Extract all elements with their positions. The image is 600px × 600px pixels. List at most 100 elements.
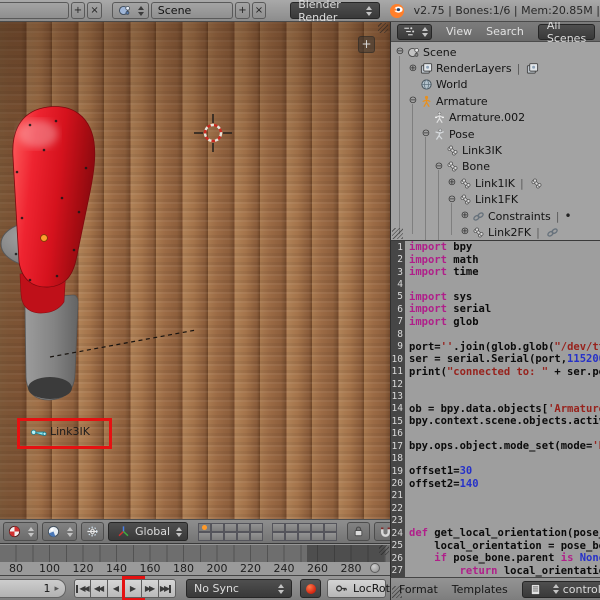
code-line-4[interactable]: 4	[391, 278, 600, 291]
timeline-strip[interactable]: 80 100 120 140 160 180 200 220 240 260 280	[0, 543, 390, 576]
layer-cell-5[interactable]	[250, 522, 263, 532]
code-line-3[interactable]: 3 import time	[391, 265, 600, 279]
editor-type-selector[interactable]	[3, 522, 38, 541]
code-line-15[interactable]: 15 bpy.context.scene.objects.active	[391, 415, 600, 428]
code-line-26[interactable]: 26 if pose_bone.parent is None:	[391, 551, 600, 565]
resize-corner-handle[interactable]	[392, 228, 403, 239]
jump-to-start-button[interactable]: ◀◀	[74, 579, 91, 598]
previous-keyframe-button[interactable]: ◀◀	[91, 579, 108, 598]
layer-cell-2[interactable]	[211, 522, 224, 532]
code-line-18[interactable]: 18	[391, 452, 600, 465]
layer-cell-6[interactable]	[198, 531, 211, 541]
scene-datablock-button[interactable]	[111, 2, 149, 19]
current-frame-field[interactable]: 1 ▸	[0, 579, 66, 598]
expand-toggle-icon[interactable]: ⊖	[407, 96, 419, 106]
code-line-17[interactable]: 17 bpy.ops.object.mode_set(mode='POS	[391, 440, 600, 453]
3d-viewport[interactable]: Link3IK +	[0, 22, 390, 519]
timeline-frame-ruler[interactable]: 80 100 120 140 160 180 200 220 240 260 280	[0, 562, 390, 576]
jump-to-end-button[interactable]: ▶▶	[159, 579, 176, 598]
expand-toggle-icon[interactable]: ⊖	[394, 47, 406, 57]
resize-corner-handle[interactable]	[378, 23, 388, 33]
layer-cell-3[interactable]	[224, 522, 237, 532]
layers-grid-1[interactable]	[198, 522, 263, 541]
resize-corner-handle[interactable]	[379, 545, 389, 555]
resize-corner-handle[interactable]	[392, 586, 402, 598]
outliner-item-link2fk[interactable]: ⊕ Link2FK |	[391, 224, 600, 240]
code-line-2[interactable]: 2 import math	[391, 253, 600, 266]
outliner-item-renderlayers[interactable]: ⊕ RenderLayers |	[391, 60, 600, 76]
layer-cell-16[interactable]	[272, 531, 285, 541]
screen-layout-field[interactable]: fault	[0, 2, 69, 19]
code-line-8[interactable]: 8	[391, 328, 600, 341]
manipulator-toggle-button[interactable]	[81, 522, 104, 541]
mode-dropdown[interactable]	[42, 522, 77, 541]
code-line-6[interactable]: 6 import serial	[391, 303, 600, 316]
outliner-view-menu[interactable]: View	[446, 25, 472, 38]
code-line-10[interactable]: 10 ser = serial.Serial(port,115200)	[391, 352, 600, 366]
outliner-item-pose[interactable]: ⊖ Pose	[391, 126, 600, 142]
editor-type-selector[interactable]	[397, 23, 432, 40]
code-line-1[interactable]: 1 import bpy	[391, 241, 600, 254]
outliner-item-link1fk[interactable]: ⊖ Link1FK	[391, 192, 600, 208]
text-format-menu[interactable]: Format	[399, 583, 438, 596]
layer-cell-13[interactable]	[298, 522, 311, 532]
frame-stepper-arrow-icon[interactable]: ▸	[54, 584, 59, 594]
code-line-11[interactable]: 11 print("connected to: " + ser.por	[391, 365, 600, 378]
sync-mode-dropdown[interactable]: No Sync	[186, 579, 292, 598]
code-line-21[interactable]: 21	[391, 489, 600, 503]
add-layout-button[interactable]: +	[70, 2, 86, 19]
expand-toggle-icon[interactable]: ⊕	[446, 178, 458, 188]
next-keyframe-button[interactable]: ▶▶	[142, 579, 159, 598]
code-line-20[interactable]: 20 offset2=140	[391, 477, 600, 490]
layer-cell-14[interactable]	[311, 522, 324, 532]
expand-toggle-icon[interactable]: ⊕	[459, 227, 471, 237]
open-properties-shelf-button[interactable]: +	[358, 36, 375, 53]
render-engine-dropdown[interactable]: Blender Render	[290, 0, 380, 24]
add-scene-button[interactable]: +	[235, 2, 250, 19]
code-line-7[interactable]: 7 import glob	[391, 315, 600, 329]
remove-scene-button[interactable]: ×	[251, 2, 267, 19]
layer-cell-1[interactable]	[198, 522, 211, 532]
outliner-item-armature[interactable]: ⊖ Armature	[391, 93, 600, 109]
outliner-item-scene[interactable]: ⊖ Scene	[391, 44, 600, 60]
code-line-27[interactable]: 27 return local_orientation	[391, 564, 600, 577]
layer-cell-8[interactable]	[224, 531, 237, 541]
text-editor[interactable]: 1 import bpy 2 import math 3 import time 4 5 imp…	[390, 240, 600, 577]
text-templates-menu[interactable]: Templates	[452, 583, 508, 596]
code-line-14[interactable]: 14 ob = bpy.data.objects['Armature']	[391, 402, 600, 416]
outliner-item-bone[interactable]: ⊖ Bone	[391, 159, 600, 175]
remove-layout-button[interactable]: ×	[87, 2, 102, 19]
keying-set-button[interactable]: LocRot	[327, 579, 390, 598]
text-datablock-dropdown[interactable]: controlBySerial.p	[521, 580, 600, 598]
timeline-track[interactable]	[0, 545, 390, 562]
code-line-9[interactable]: 9 port=''.join(glob.glob("/dev/ttyU	[391, 340, 600, 353]
layer-cell-11[interactable]	[272, 522, 285, 532]
expand-toggle-icon[interactable]: ⊖	[433, 161, 445, 172]
expand-toggle-icon[interactable]: ⊕	[459, 211, 471, 221]
layer-cell-9[interactable]	[237, 531, 250, 541]
code-line-5[interactable]: 5 import sys	[391, 290, 600, 304]
layer-cell-7[interactable]	[211, 531, 224, 541]
code-line-24[interactable]: 24 def get_local_orientation(pose_bo	[391, 527, 600, 540]
layer-cell-10[interactable]	[250, 531, 263, 541]
code-line-16[interactable]: 16	[391, 427, 600, 440]
outliner-item-link1ik[interactable]: ⊕ Link1IK |	[391, 175, 600, 191]
transform-orientation-dropdown[interactable]: Global	[108, 522, 188, 541]
outliner-search-menu[interactable]: Search	[486, 25, 524, 38]
outliner-item-armature-002[interactable]: Armature.002	[391, 110, 600, 126]
timeline-scrollbar-knob[interactable]	[370, 563, 380, 573]
layers-grid-2[interactable]	[272, 522, 337, 541]
outliner-item-link3ik[interactable]: Link3IK	[391, 142, 600, 158]
outliner-item-constraints[interactable]: ⊕ Constraints | •	[391, 208, 600, 224]
code-line-22[interactable]: 22	[391, 502, 600, 515]
play-button[interactable]: ▶	[122, 576, 145, 600]
expand-toggle-icon[interactable]: ⊕	[407, 63, 419, 74]
selected-bone-icon[interactable]	[31, 429, 47, 437]
code-line-13[interactable]: 13	[391, 390, 600, 403]
outliner-item-world[interactable]: World	[391, 77, 600, 93]
layer-cell-4[interactable]	[237, 522, 250, 532]
layer-cell-18[interactable]	[298, 531, 311, 541]
scene-name-field[interactable]: Scene	[150, 2, 234, 19]
expand-toggle-icon[interactable]: ⊖	[446, 194, 458, 205]
lock-to-scene-button[interactable]	[347, 522, 370, 541]
